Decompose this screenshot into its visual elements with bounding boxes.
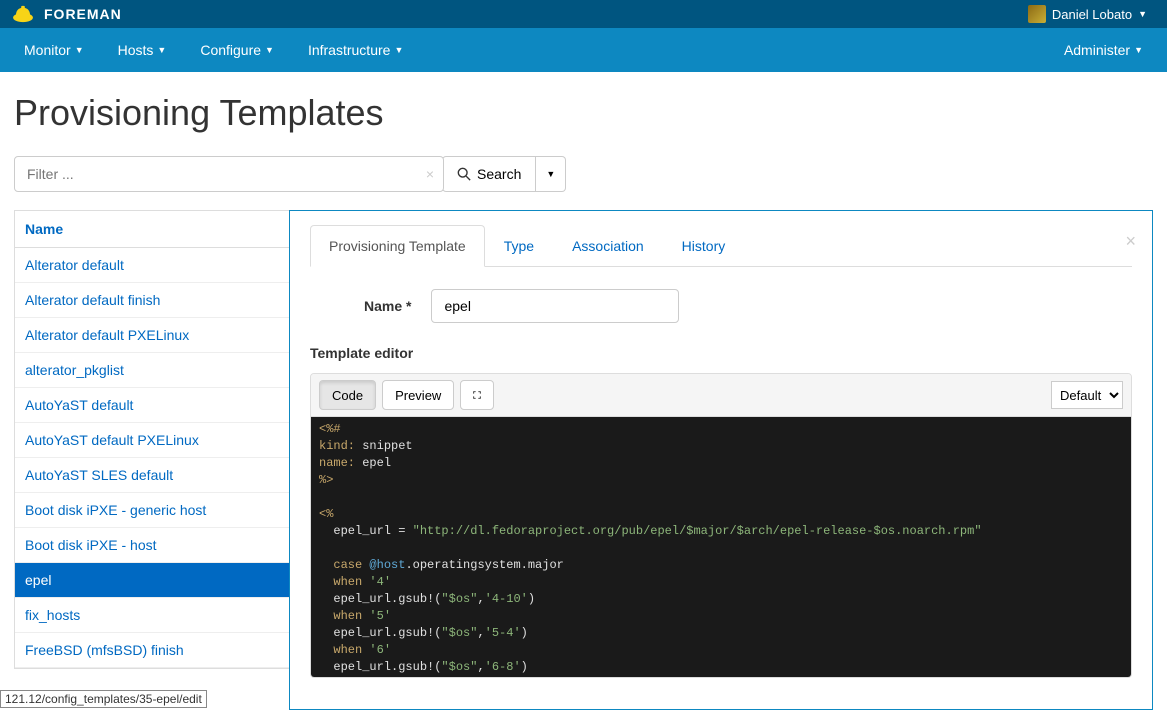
- nav-infrastructure[interactable]: Infrastructure▼: [308, 42, 403, 58]
- editor-panel: × Provisioning TemplateTypeAssociationHi…: [289, 210, 1153, 710]
- name-row: Name *: [364, 289, 1132, 323]
- search-button[interactable]: Search: [442, 156, 536, 192]
- list-item[interactable]: epel: [15, 563, 289, 598]
- list-item[interactable]: Boot disk iPXE - generic host: [15, 493, 289, 528]
- code-button[interactable]: Code: [319, 380, 376, 410]
- tab-association[interactable]: Association: [553, 225, 663, 267]
- chevron-down-icon: ▼: [394, 45, 403, 55]
- clear-icon[interactable]: ×: [426, 166, 434, 182]
- preview-button[interactable]: Preview: [382, 380, 454, 410]
- brand-area[interactable]: FOREMAN: [12, 5, 122, 23]
- name-label: Name *: [364, 298, 411, 314]
- search-dropdown-button[interactable]: ▼: [536, 156, 566, 192]
- name-input[interactable]: [431, 289, 679, 323]
- list-item[interactable]: AutoYaST SLES default: [15, 458, 289, 493]
- close-icon[interactable]: ×: [1125, 231, 1136, 252]
- template-list: Name Alterator defaultAlterator default …: [14, 210, 289, 669]
- search-bar: × Search ▼: [14, 156, 1153, 192]
- user-name: Daniel Lobato: [1052, 7, 1132, 22]
- user-menu[interactable]: Daniel Lobato ▼: [1028, 5, 1147, 23]
- list-item[interactable]: fix_hosts: [15, 598, 289, 633]
- list-item[interactable]: AutoYaST default PXELinux: [15, 423, 289, 458]
- tab-type[interactable]: Type: [485, 225, 553, 267]
- page-body: Provisioning Templates × Search ▼ Name A…: [0, 72, 1167, 710]
- navbar: Monitor▼ Hosts▼ Configure▼ Infrastructur…: [0, 28, 1167, 72]
- chevron-down-icon: ▼: [546, 169, 555, 179]
- tab-provisioning-template[interactable]: Provisioning Template: [310, 225, 485, 267]
- list-item[interactable]: Alterator default finish: [15, 283, 289, 318]
- editor-section-title: Template editor: [310, 345, 1132, 361]
- foreman-logo-icon: [12, 5, 34, 23]
- status-bar: 121.12/config_templates/35-epel/edit: [0, 690, 207, 708]
- editor-box: Code Preview Default <%# kind: snippet n…: [310, 373, 1132, 678]
- nav-administer[interactable]: Administer▼: [1064, 42, 1143, 58]
- editor-toolbar: Code Preview Default: [311, 374, 1131, 417]
- expand-icon: [473, 389, 481, 401]
- page-title: Provisioning Templates: [14, 92, 1153, 134]
- list-item[interactable]: AutoYaST default: [15, 388, 289, 423]
- chevron-down-icon: ▼: [265, 45, 274, 55]
- fullscreen-button[interactable]: [460, 380, 494, 410]
- list-header[interactable]: Name: [15, 211, 289, 248]
- list-item[interactable]: Alterator default: [15, 248, 289, 283]
- nav-left: Monitor▼ Hosts▼ Configure▼ Infrastructur…: [24, 42, 403, 58]
- nav-hosts[interactable]: Hosts▼: [118, 42, 167, 58]
- list-item[interactable]: Boot disk iPXE - host: [15, 528, 289, 563]
- list-item[interactable]: Alterator default PXELinux: [15, 318, 289, 353]
- nav-configure[interactable]: Configure▼: [200, 42, 274, 58]
- content-row: Name Alterator defaultAlterator default …: [14, 210, 1153, 710]
- filter-input[interactable]: [14, 156, 444, 192]
- nav-right: Administer▼: [1064, 42, 1143, 58]
- tabs: Provisioning TemplateTypeAssociationHist…: [310, 225, 1132, 267]
- nav-monitor[interactable]: Monitor▼: [24, 42, 84, 58]
- list-item[interactable]: FreeBSD (mfsBSD) finish: [15, 633, 289, 668]
- search-icon: [457, 167, 471, 181]
- brand-text: FOREMAN: [44, 6, 122, 22]
- topbar: FOREMAN Daniel Lobato ▼: [0, 0, 1167, 28]
- code-editor[interactable]: <%# kind: snippet name: epel %> <% epel_…: [311, 417, 1131, 677]
- list-item[interactable]: alterator_pkglist: [15, 353, 289, 388]
- tab-history[interactable]: History: [663, 225, 745, 267]
- chevron-down-icon: ▼: [75, 45, 84, 55]
- chevron-down-icon: ▼: [1138, 9, 1147, 19]
- chevron-down-icon: ▼: [1134, 45, 1143, 55]
- avatar: [1028, 5, 1046, 23]
- syntax-select[interactable]: Default: [1051, 381, 1123, 409]
- chevron-down-icon: ▼: [157, 45, 166, 55]
